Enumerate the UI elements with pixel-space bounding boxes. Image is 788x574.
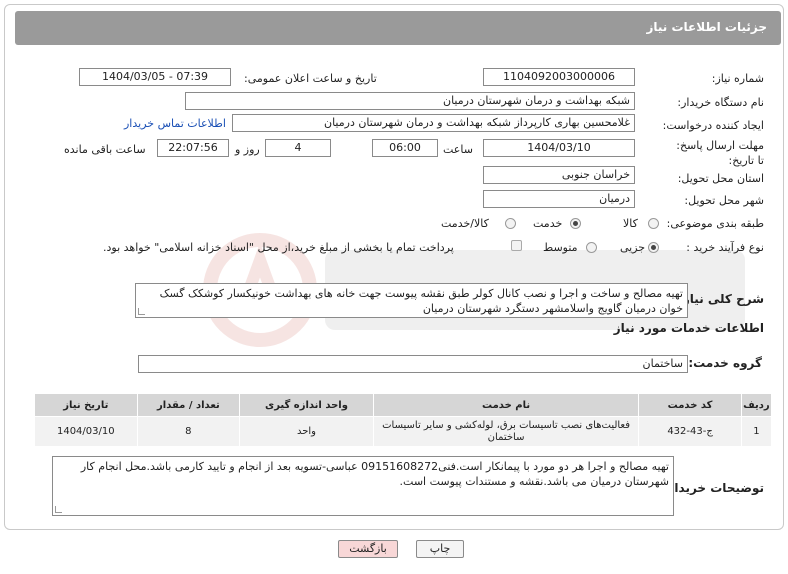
service-group-label: گروه خدمت: <box>688 356 762 370</box>
category-option-goods: کالا <box>623 217 638 230</box>
description-textarea[interactable]: تهیه مصالح و ساخت و اجرا و نصب کانال کول… <box>135 283 688 318</box>
panel-header: جزئیات اطلاعات نیاز <box>15 11 781 45</box>
contact-link[interactable]: اطلاعات تماس خریدار <box>124 117 226 130</box>
payment-note: پرداخت تمام یا بخشی از مبلغ خرید،از محل … <box>103 241 454 254</box>
col-service-code: کد خدمت <box>638 393 742 417</box>
creator-label: ایجاد کننده درخواست: <box>662 119 764 132</box>
buyer-notes-textarea[interactable]: تهیه مصالح و اجرا هر دو مورد با پیمانکار… <box>52 456 674 516</box>
table-row: 1 ج-43-432 فعالیت‌های نصب تاسیسات برق، ل… <box>34 416 773 447</box>
col-unit: واحد اندازه گیری <box>239 393 374 417</box>
category-option-service: خدمت <box>533 217 563 230</box>
buyer-notes-text: تهیه مصالح و اجرا هر دو مورد با پیمانکار… <box>80 460 669 488</box>
cell-service-code: ج-43-432 <box>638 416 742 447</box>
category-radio-goods-service[interactable] <box>505 218 516 229</box>
process-radio-minor[interactable] <box>648 242 659 253</box>
category-option-goods-service: کالا/خدمت <box>441 217 489 230</box>
service-group-field: ساختمان <box>138 355 688 373</box>
province-field: خراسان جنوبی <box>483 166 635 184</box>
buyer-label: نام دستگاه خریدار: <box>677 96 764 109</box>
treasury-checkbox[interactable] <box>511 240 522 251</box>
process-option-medium: متوسط <box>543 241 578 254</box>
days-field: 4 <box>265 139 331 157</box>
city-field: درمیان <box>483 190 635 208</box>
cell-service-name: فعالیت‌های نصب تاسیسات برق، لوله‌کشی و س… <box>372 416 640 447</box>
description-text: تهیه مصالح و ساخت و اجرا و نصب کانال کول… <box>159 287 683 315</box>
buyer-field: شبکه بهداشت و درمان شهرستان درمیان <box>185 92 635 110</box>
process-option-minor: جزیی <box>620 241 646 254</box>
time-label: ساعت <box>443 143 473 156</box>
announce-field: 1404/03/05 - 07:39 <box>79 68 231 86</box>
province-label: استان محل تحویل: <box>677 172 764 185</box>
announce-label: تاریخ و ساعت اعلان عمومی: <box>244 72 377 85</box>
deadline-date-field: 1404/03/10 <box>483 139 635 157</box>
panel-title: جزئیات اطلاعات نیاز <box>646 20 767 34</box>
need-number-label: شماره نیاز: <box>711 72 764 85</box>
cell-need-date: 1404/03/10 <box>34 416 138 447</box>
days-label: روز و <box>235 143 260 156</box>
print-button[interactable]: چاپ <box>416 540 464 558</box>
process-label: نوع فرآیند خرید : <box>686 241 764 254</box>
cell-quantity: 8 <box>136 416 241 447</box>
services-section-title: اطلاعات خدمات مورد نیاز <box>613 321 764 335</box>
buyer-notes-label: توضیحات خریدار: <box>662 481 764 495</box>
process-radio-medium[interactable] <box>586 242 597 253</box>
remaining-time-field: 22:07:56 <box>157 139 229 157</box>
creator-field: غلامحسین بهاری کارپرداز شبکه بهداشت و در… <box>232 114 635 132</box>
col-need-date: تاریخ نیاز <box>34 393 138 417</box>
col-service-name: نام خدمت <box>372 393 640 417</box>
deadline-time-field: 06:00 <box>372 139 438 157</box>
cell-row: 1 <box>740 416 773 447</box>
category-radio-goods[interactable] <box>648 218 659 229</box>
description-label: شرح کلی نیاز: <box>678 292 764 306</box>
services-table: ردیف کد خدمت نام خدمت واحد اندازه گیری ت… <box>34 393 773 447</box>
need-number-field: 1104092003000006 <box>483 68 635 86</box>
col-row: ردیف <box>740 393 773 417</box>
remaining-label: ساعت باقی مانده <box>64 143 146 156</box>
back-button[interactable]: بازگشت <box>338 540 398 558</box>
col-quantity: تعداد / مقدار <box>136 393 241 417</box>
table-header-row: ردیف کد خدمت نام خدمت واحد اندازه گیری ت… <box>34 393 773 417</box>
city-label: شهر محل تحویل: <box>684 194 764 207</box>
category-label: طبقه بندی موضوعی: <box>666 217 764 230</box>
deadline-label: مهلت ارسال پاسخ: تا تاریخ: <box>676 139 764 167</box>
category-radio-service[interactable] <box>570 218 581 229</box>
cell-unit: واحد <box>239 416 374 447</box>
resize-handle[interactable] <box>138 308 145 315</box>
resize-handle[interactable] <box>55 506 62 513</box>
